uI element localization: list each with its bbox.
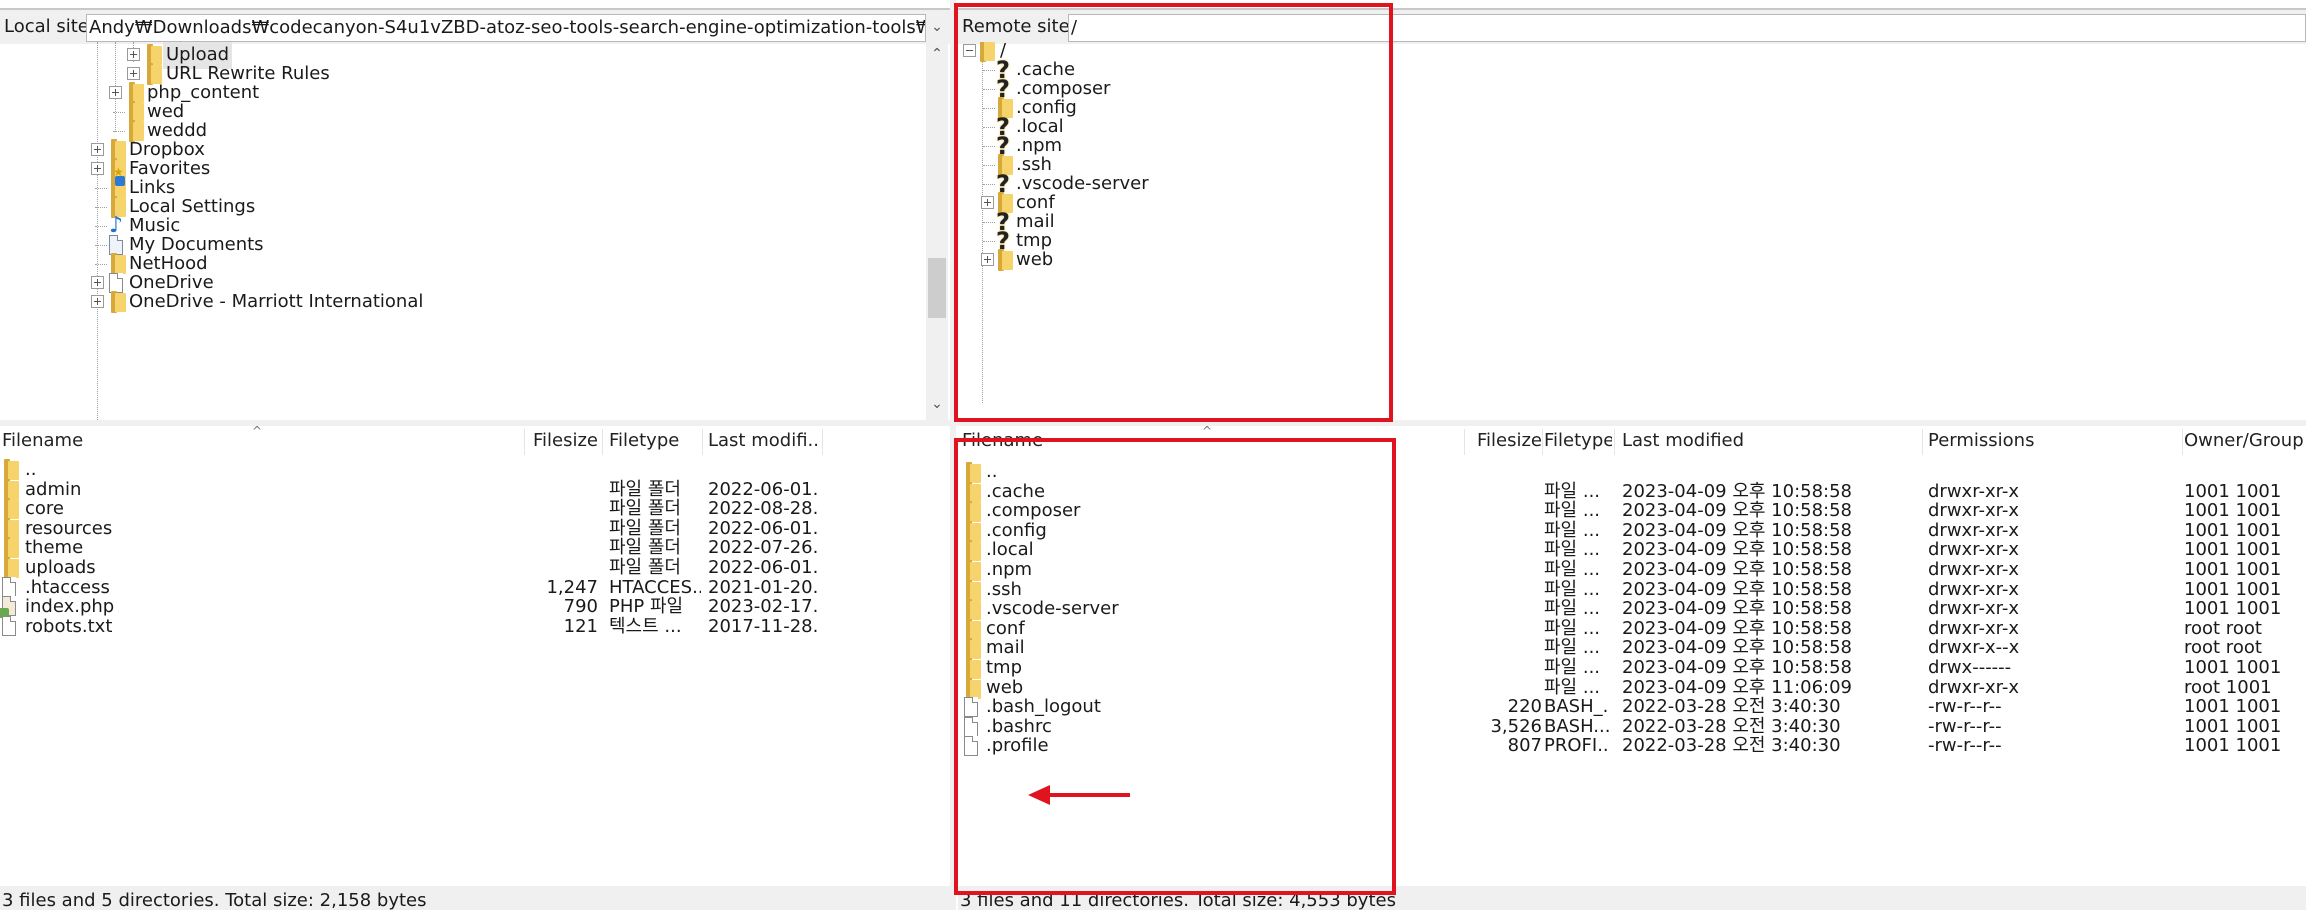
annotation-box-remote-list <box>954 438 1396 895</box>
remote-col-filesize[interactable]: Filesize <box>1468 427 1542 455</box>
expand-icon[interactable] <box>91 295 104 308</box>
tree-guide-line <box>113 112 125 113</box>
remote-col-owner[interactable]: Owner/Group <box>2184 427 2306 455</box>
local-col-filename[interactable]: Filename <box>2 427 522 455</box>
column-divider[interactable] <box>1464 429 1465 455</box>
local-col-filesize[interactable]: Filesize <box>526 427 598 455</box>
local-site-dropdown-icon[interactable]: ⌄ <box>926 14 948 40</box>
local-col-modified[interactable]: Last modifi... <box>708 427 820 455</box>
column-divider[interactable] <box>602 429 603 455</box>
folder-icon <box>109 291 127 313</box>
file-size: 807 <box>1507 735 1542 756</box>
file-owner: 1001 1001 <box>2184 735 2282 756</box>
tree-guide-line <box>95 226 107 227</box>
annotation-box-remote-tree <box>954 3 1393 422</box>
file-size: 121 <box>563 616 598 637</box>
tree-guide-line <box>95 188 107 189</box>
local-site-bar: Local site: Andy₩Downloads₩codecanyon-S4… <box>0 8 954 44</box>
file-modified: 2022-03-28 오전 3:40:30 <box>1622 735 1841 756</box>
file-permissions: -rw-r--r-- <box>1928 735 2002 756</box>
local-file-list[interactable]: .. admin 파일 폴더 2022-06-01... core 파일 폴더 2022-0… <box>0 458 950 886</box>
tree-guide-line <box>95 264 107 265</box>
column-divider[interactable] <box>2182 429 2183 455</box>
table-row[interactable]: robots.txt 121 텍스트 ... 2017-11-28... <box>0 612 950 641</box>
local-site-label: Local site: <box>0 14 99 40</box>
link-overlay <box>115 176 125 186</box>
file-modified: 2017-11-28... <box>708 616 820 637</box>
column-divider[interactable] <box>702 429 703 455</box>
local-status-bar: 3 files and 5 directories. Total size: 2… <box>0 886 950 910</box>
column-divider[interactable] <box>524 429 525 455</box>
column-divider[interactable] <box>822 429 823 455</box>
file-type: PROFI... <box>1544 735 1610 756</box>
local-col-filetype[interactable]: Filetype <box>609 427 705 455</box>
column-divider[interactable] <box>1614 429 1615 455</box>
column-divider[interactable] <box>1922 429 1923 455</box>
local-site-path-input[interactable]: Andy₩Downloads₩codecanyon-S4u1vZBD-atoz-… <box>86 14 926 42</box>
local-directory-tree[interactable]: Upload URL Rewrite Rules php_content wed wed… <box>0 42 926 420</box>
tree-guide-line <box>95 207 107 208</box>
local-tree-scrollbar[interactable]: ⌃ ⌄ <box>926 42 948 420</box>
remote-col-modified[interactable]: Last modified <box>1622 427 1872 455</box>
scroll-thumb[interactable] <box>928 258 946 318</box>
tree-item[interactable]: OneDrive - Marriott International <box>0 288 926 316</box>
file-type: 텍스트 ... <box>609 616 682 637</box>
tree-guide-line <box>95 245 107 246</box>
file-name: robots.txt <box>25 616 113 637</box>
local-site-path-text: Andy₩Downloads₩codecanyon-S4u1vZBD-atoz-… <box>89 17 926 38</box>
column-divider[interactable] <box>1542 429 1543 455</box>
tree-guide-line <box>113 131 125 132</box>
text-file-icon <box>2 616 16 636</box>
local-status-text: 3 files and 5 directories. Total size: 2… <box>2 890 427 910</box>
local-list-header: ^ Filename Filesize Filetype Last modifi… <box>0 424 950 457</box>
remote-col-permissions[interactable]: Permissions <box>1928 427 2088 455</box>
tree-item-label: OneDrive - Marriott International <box>129 291 424 312</box>
annotation-arrow-icon <box>1028 785 1130 805</box>
scroll-up-icon[interactable]: ⌃ <box>926 44 948 64</box>
scroll-down-icon[interactable]: ⌄ <box>926 394 948 414</box>
remote-col-filetype[interactable]: Filetype <box>1544 427 1612 455</box>
